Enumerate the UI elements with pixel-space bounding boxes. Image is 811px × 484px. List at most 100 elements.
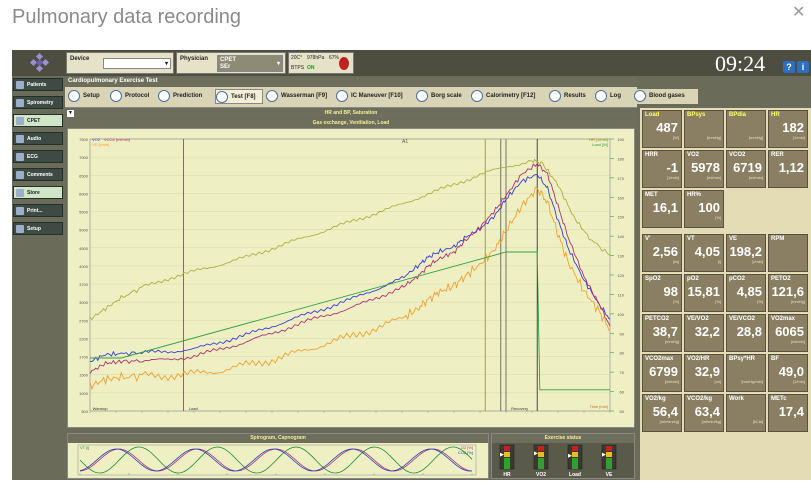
value-cell-peto2[interactable]: PETO2 121,6 [mmHg] <box>768 274 808 312</box>
hr-sat-title: HR and BP, Saturation <box>324 110 378 116</box>
value-cell-ve-vo2[interactable]: VE/VO2 32,2 <box>684 314 724 352</box>
close-icon[interactable]: ✕ <box>792 2 805 22</box>
value-cell-petco2[interactable]: PETCO2 38,7 [mmHg] <box>642 314 682 352</box>
gauge-segment <box>504 446 510 451</box>
collapse-icon[interactable]: ▼ <box>67 110 74 117</box>
hr-sat-bar[interactable]: ▼ HR and BP, Saturation <box>65 109 637 118</box>
cell-name: MET <box>645 192 658 198</box>
value-cell-vo2-kg[interactable]: VO2/kg 56,4 [ml/min/kg] <box>642 394 682 432</box>
value-cell-rpm[interactable]: RPM <box>768 234 808 272</box>
y-tick-left: 5500 <box>79 210 89 215</box>
value-cell-vo2max[interactable]: VO2max 6065 [ml/min] <box>768 314 808 352</box>
help-button[interactable]: ? <box>783 61 795 73</box>
value-cell-hr[interactable]: HR 182 [1/min] <box>768 110 808 148</box>
tab-log[interactable]: Log <box>595 89 627 104</box>
tab-wasserman[interactable]: Wasserman [F9] <box>266 89 332 104</box>
sidebar-item-ecg[interactable]: ECG <box>13 150 63 163</box>
value-cell-hrr[interactable]: HRR -1 [1/min] <box>642 150 682 188</box>
value-cell-met[interactable]: MET 16,1 <box>642 190 682 228</box>
tab-borg-scale[interactable]: Borg scale <box>416 89 468 104</box>
tab-protocol[interactable]: Protocol <box>110 89 156 104</box>
gauge-label: VE <box>606 472 613 478</box>
y-tick-right: 140 <box>617 234 624 239</box>
value-cell-vco2[interactable]: VCO2 6719 [ml/min] <box>726 150 766 188</box>
tab-ic-maneuver[interactable]: IC Maneuver [F10] <box>336 89 412 104</box>
tab-results[interactable]: Results <box>549 89 593 104</box>
cell-unit: [1/min] <box>792 379 805 384</box>
cell-unit: [ml/min] <box>665 379 679 384</box>
ecg-icon <box>16 153 24 161</box>
cell-value: 2,56 <box>652 244 678 259</box>
cpet-icon <box>16 117 24 125</box>
gauge-label: Load <box>569 472 581 478</box>
tab-setup[interactable]: Setup <box>68 89 108 104</box>
env-pressure: 978hPa <box>307 55 325 61</box>
y-tick-right: 150 <box>617 215 624 220</box>
sidebar-item-print[interactable]: Print... <box>13 204 63 217</box>
value-cell-vo2[interactable]: VO2 5978 [ml/min] <box>684 150 724 188</box>
cell-unit: [l/s] <box>672 259 679 264</box>
phase-label: Recovery <box>511 406 528 411</box>
sidebar-item-patients[interactable]: Patients <box>13 78 63 91</box>
device-select[interactable]: ▾ <box>103 58 171 69</box>
window-title: Cardiopulmonary Exercise Test <box>65 77 637 86</box>
sidebar-item-audio[interactable]: Audio <box>13 132 63 145</box>
value-cell-hr[interactable]: HR% 100 [%] <box>684 190 724 228</box>
value-cell-vco2max[interactable]: VCO2max 6799 [ml/min] <box>642 354 682 392</box>
protocol-icon <box>110 90 122 102</box>
value-cell-bpsy-hr[interactable]: BPsy*HR [mmHg/min] <box>726 354 766 392</box>
clock: 09:24 <box>715 51 766 76</box>
y-tick-left: 3700 <box>79 282 89 287</box>
y-tick-right: 120 <box>617 273 624 278</box>
value-cell-rer[interactable]: RER 1,12 <box>768 150 808 188</box>
y-tick-right: 190 <box>617 137 624 142</box>
y-tick-left: 7000 <box>79 155 89 160</box>
cell-name: RER <box>771 152 784 158</box>
value-cell-v[interactable]: V' 2,56 [l/s] <box>642 234 682 272</box>
sidebar-item-store[interactable]: Store <box>13 186 63 199</box>
value-cell-bpdia[interactable]: BPdia [mmHg] <box>726 110 766 148</box>
gauge-segment <box>504 452 510 457</box>
value-cell-pco2[interactable]: pCO2 4,85 [%] <box>726 274 766 312</box>
physician-select[interactable]: CPET SEr ▾ <box>217 55 283 72</box>
x-axis-label: Time [min] <box>589 404 608 409</box>
y-tick-right: 50 <box>620 409 625 414</box>
tab-test[interactable]: Test [F8] <box>215 89 263 104</box>
cell-name: VE/VCO2 <box>729 316 756 322</box>
info-button[interactable]: i <box>797 61 809 73</box>
cell-name: V' <box>645 236 651 242</box>
cell-unit: [mmHg] <box>791 299 805 304</box>
sidebar-item-comments[interactable]: Comments <box>13 168 63 181</box>
value-cell-work[interactable]: Work [kCal] <box>726 394 766 432</box>
value-cell-bpsys[interactable]: BPsys [mmHg] <box>684 110 724 148</box>
phase-label: Load <box>189 406 198 411</box>
gauge-segment <box>606 446 612 451</box>
sidebar-item-cpet[interactable]: CPET <box>13 114 63 127</box>
tab-prediction[interactable]: Prediction <box>158 89 212 104</box>
value-cell-load[interactable]: Load 487 [W] <box>642 110 682 148</box>
exercise-status-panel: Exercise status HR VO2 Load VE <box>491 433 635 479</box>
maneuver-icon <box>336 90 348 102</box>
value-cell-vo2-hr[interactable]: VO2/HR 32,9 [ml] <box>684 354 724 392</box>
cell-name: BPsys <box>687 112 706 118</box>
value-cell-ve-vco2[interactable]: VE/VCO2 28,8 <box>726 314 766 352</box>
audio-icon <box>16 135 24 143</box>
tab-blood-gases[interactable]: Blood gases <box>632 89 698 104</box>
value-cell-vt[interactable]: VT 4,05 [l] <box>684 234 724 272</box>
value-cell-po2[interactable]: pO2 15,81 [%] <box>684 274 724 312</box>
sidebar-item-setup[interactable]: Setup <box>13 222 63 235</box>
value-cell-vco2-kg[interactable]: VCO2/kg 63,4 [ml/min/kg] <box>684 394 724 432</box>
value-cell-ve[interactable]: VE 198,2 [l/min] <box>726 234 766 272</box>
cell-value: 56,4 <box>652 404 678 419</box>
sidebar-item-spirometry[interactable]: Spirometry <box>13 96 63 109</box>
value-cell-spo2[interactable]: SpO2 98 [%] <box>642 274 682 312</box>
value-cell-bf[interactable]: BF 49,0 [1/min] <box>768 354 808 392</box>
cell-value: 198,2 <box>729 244 762 259</box>
tab-calorimetry[interactable]: Calorimetry [F12] <box>471 89 545 104</box>
value-cell-metc[interactable]: METc 17,4 <box>768 394 808 432</box>
device-box: Device ▾ <box>66 52 174 74</box>
scale-icon <box>416 90 428 102</box>
y-tick-left: 2700 <box>79 318 89 323</box>
cell-value: 15,81 <box>687 284 720 299</box>
phase-label: Warmup <box>93 406 109 411</box>
